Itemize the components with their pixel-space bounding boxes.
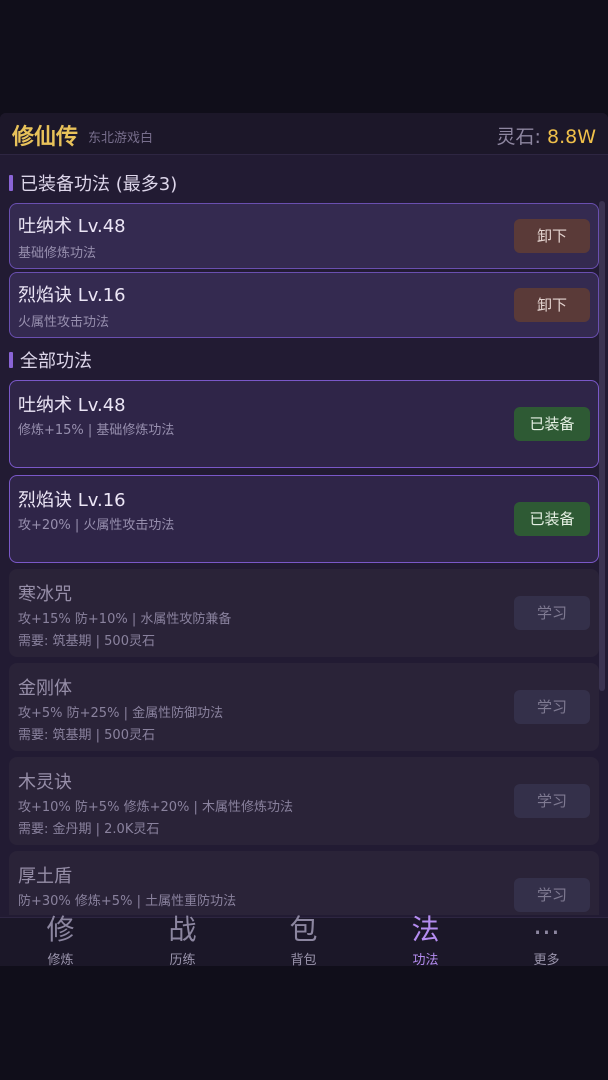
battle-icon: 战 (168, 913, 197, 946)
skill-card: 吐纳术 Lv.48 修炼+15% | 基础修炼功法 已装备 (9, 380, 599, 468)
learn-button[interactable]: 学习 (514, 878, 590, 912)
app-window: 修仙传 东北游戏白 灵石: 8.8W 已装备功法 (最多3) 吐纳术 Lv.48… (0, 113, 608, 966)
skill-desc: 攻+20% | 火属性攻击功法 (18, 518, 175, 533)
currency-value: 8.8W (546, 126, 596, 148)
learn-button[interactable]: 学习 (514, 690, 590, 724)
bottom-nav: 修 修炼 战 历练 包 背包 法 功法 ... 更多 (0, 908, 608, 966)
scrollbar[interactable] (599, 201, 605, 691)
nav-label: 更多 (533, 953, 560, 966)
bag-icon: 包 (289, 913, 318, 946)
app-subtitle: 东北游戏白 (88, 131, 154, 146)
app-title: 修仙传 (12, 125, 79, 150)
equipped-status-button[interactable]: 已装备 (514, 502, 590, 536)
unequip-button[interactable]: 卸下 (514, 219, 590, 253)
nav-label: 修炼 (47, 953, 74, 966)
skill-card: 金刚体 攻+5% 防+25% | 金属性防御功法 需要: 筑基期 | 500灵石… (9, 663, 599, 751)
skills-icon: 法 (411, 913, 440, 946)
skill-desc: 修炼+15% | 基础修炼功法 (18, 423, 175, 438)
cultivate-icon: 修 (46, 913, 75, 946)
learn-button[interactable]: 学习 (514, 784, 590, 818)
equipped-section-title: 已装备功法 (最多3) (20, 174, 178, 195)
equipped-skill-card: 吐纳术 Lv.48 基础修炼功法 卸下 (9, 203, 599, 269)
skill-requirement: 需要: 筑基期 | 500灵石 (18, 634, 155, 649)
nav-item-adventure[interactable]: 战 历练 (122, 913, 243, 966)
unequip-button[interactable]: 卸下 (514, 288, 590, 322)
skill-name: 寒冰咒 (18, 584, 72, 605)
skill-desc: 防+30% 修炼+5% | 土属性重防功法 (18, 894, 237, 909)
all-skills-section-title: 全部功法 (20, 351, 92, 372)
nav-label: 功法 (412, 953, 439, 966)
nav-item-skills[interactable]: 法 功法 (365, 913, 486, 966)
section-marker (9, 352, 13, 368)
skill-name: 厚土盾 (18, 866, 72, 887)
skill-card: 厚土盾 防+30% 修炼+5% | 土属性重防功法 学习 (9, 851, 599, 915)
skill-desc: 攻+10% 防+5% 修炼+20% | 木属性修炼功法 (18, 800, 293, 815)
skill-desc: 火属性攻击功法 (18, 315, 110, 330)
skill-requirement: 需要: 金丹期 | 2.0K灵石 (18, 822, 160, 837)
skill-desc: 攻+15% 防+10% | 水属性攻防兼备 (18, 612, 232, 627)
skill-list-scroll-area[interactable]: 已装备功法 (最多3) 吐纳术 Lv.48 基础修炼功法 卸下 烈焰诀 Lv.1… (0, 155, 608, 915)
nav-item-inventory[interactable]: 包 背包 (243, 913, 364, 966)
equipped-skill-card: 烈焰诀 Lv.16 火属性攻击功法 卸下 (9, 272, 599, 338)
section-marker (9, 175, 13, 191)
skill-name: 吐纳术 Lv.48 (18, 395, 126, 416)
skill-name: 烈焰诀 Lv.16 (18, 490, 126, 511)
nav-item-more[interactable]: ... 更多 (486, 908, 607, 966)
skill-card: 烈焰诀 Lv.16 攻+20% | 火属性攻击功法 已装备 (9, 475, 599, 563)
equipped-status-button[interactable]: 已装备 (514, 407, 590, 441)
spirit-stone-counter: 灵石: 8.8W (497, 122, 596, 149)
skill-desc: 攻+5% 防+25% | 金属性防御功法 (18, 706, 224, 721)
skill-name: 吐纳术 Lv.48 (18, 216, 126, 237)
skill-name: 金刚体 (18, 678, 72, 699)
skill-desc: 基础修炼功法 (18, 246, 97, 261)
skill-name: 木灵诀 (18, 772, 72, 793)
nav-item-cultivate[interactable]: 修 修炼 (0, 913, 121, 966)
nav-label: 背包 (290, 953, 317, 966)
more-icon: ... (533, 908, 560, 941)
learn-button[interactable]: 学习 (514, 596, 590, 630)
skill-card: 木灵诀 攻+10% 防+5% 修炼+20% | 木属性修炼功法 需要: 金丹期 … (9, 757, 599, 845)
skill-requirement: 需要: 筑基期 | 500灵石 (18, 728, 155, 743)
skill-name: 烈焰诀 Lv.16 (18, 285, 126, 306)
header-bar: 修仙传 东北游戏白 灵石: 8.8W (0, 113, 608, 155)
currency-label: 灵石: (496, 126, 541, 148)
skill-card: 寒冰咒 攻+15% 防+10% | 水属性攻防兼备 需要: 筑基期 | 500灵… (9, 569, 599, 657)
nav-label: 历练 (169, 953, 196, 966)
